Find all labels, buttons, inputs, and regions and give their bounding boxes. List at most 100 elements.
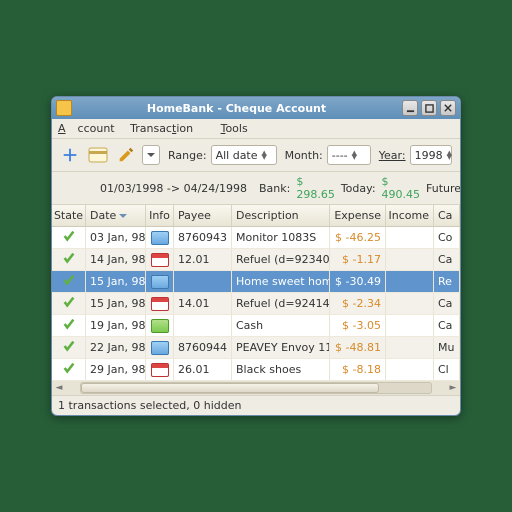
spinner-icon: ▲▼	[352, 151, 357, 159]
cell-payee: 14.01	[174, 293, 232, 314]
cell-income	[386, 271, 434, 292]
date-range: 01/03/1998 -> 04/24/1998	[100, 182, 247, 195]
table-header[interactable]: State Date Info Payee Description Expens…	[52, 205, 460, 227]
range-label: Range:	[168, 149, 207, 162]
month-label: Month:	[285, 149, 323, 162]
cell-expense: $ -46.25	[330, 227, 386, 248]
menubar: Account Transaction Tools	[52, 119, 460, 139]
cell-description: Cash	[232, 315, 330, 336]
table-row[interactable]: 15 Jan, 98 Home sweet home$ -30.49 Re	[52, 271, 460, 293]
col-state[interactable]: State	[52, 205, 86, 226]
bank-value: $ 298.65	[296, 175, 334, 201]
table-row[interactable]: 22 Jan, 98 8760944PEAVEY Envoy 110$ -48.8…	[52, 337, 460, 359]
scroll-track[interactable]	[80, 382, 432, 394]
app-window: HomeBank - Cheque Account Account Transa…	[51, 96, 461, 416]
cell-income	[386, 359, 434, 380]
cell-description: Refuel (d=92340 v=7.7)	[232, 249, 330, 270]
cell-expense: $ -30.49	[330, 271, 386, 292]
payment-icon	[146, 293, 174, 314]
cell-description: PEAVEY Envoy 110	[232, 337, 330, 358]
cell-date: 15 Jan, 98	[86, 271, 146, 292]
range-select[interactable]: All date ▲▼	[211, 145, 277, 165]
payment-icon	[146, 359, 174, 380]
payment-icon	[146, 337, 174, 358]
payment-icon	[146, 271, 174, 292]
col-category[interactable]: Ca	[434, 205, 460, 226]
scroll-right-icon[interactable]: ►	[446, 383, 460, 393]
table-row[interactable]: 03 Jan, 98 8760943Monitor 1083S$ -46.25 Co	[52, 227, 460, 249]
col-expense[interactable]: Expense	[330, 205, 386, 226]
cell-expense: $ -8.18	[330, 359, 386, 380]
check-icon	[62, 339, 76, 356]
table-row[interactable]: 14 Jan, 98 12.01Refuel (d=92340 v=7.7)$ -…	[52, 249, 460, 271]
payment-icon	[146, 315, 174, 336]
cell-date: 15 Jan, 98	[86, 293, 146, 314]
cell-expense: $ -48.81	[330, 337, 386, 358]
col-description[interactable]: Description	[232, 205, 330, 226]
transaction-table: State Date Info Payee Description Expens…	[52, 205, 460, 381]
cell-income	[386, 337, 434, 358]
cell-category: Mu	[434, 337, 460, 358]
horizontal-scrollbar[interactable]: ◄ ►	[52, 381, 460, 395]
payment-icon	[146, 249, 174, 270]
check-icon	[62, 295, 76, 312]
scroll-thumb[interactable]	[81, 383, 379, 393]
cell-date: 03 Jan, 98	[86, 227, 146, 248]
table-row[interactable]: 29 Jan, 98 26.01Black shoes$ -8.18 Cl	[52, 359, 460, 381]
scroll-left-icon[interactable]: ◄	[52, 383, 66, 393]
maximize-button[interactable]	[421, 100, 437, 116]
menu-tools[interactable]: Tools	[221, 122, 248, 135]
table-row[interactable]: 19 Jan, 98 Cash$ -3.05 Ca	[52, 315, 460, 337]
cell-payee: 26.01	[174, 359, 232, 380]
cell-income	[386, 293, 434, 314]
spinner-icon: ▲▼	[447, 151, 452, 159]
titlebar[interactable]: HomeBank - Cheque Account	[52, 97, 460, 119]
summary-bar: 01/03/1998 -> 04/24/1998 Bank: $ 298.65 …	[52, 172, 460, 205]
filter-dropdown[interactable]	[142, 145, 160, 165]
check-icon	[62, 251, 76, 268]
cell-description: Home sweet home	[232, 271, 330, 292]
year-select[interactable]: 1998 ▲▼	[410, 145, 452, 165]
check-icon	[62, 361, 76, 378]
table-row[interactable]: 15 Jan, 9814.01Refuel (d=92414 v=16.47)$…	[52, 293, 460, 315]
status-bar: 1 transactions selected, 0 hidden	[52, 395, 460, 415]
cell-category: Ca	[434, 293, 460, 314]
cell-category: Co	[434, 227, 460, 248]
edit-button[interactable]	[114, 143, 138, 167]
add-button[interactable]	[58, 143, 82, 167]
today-label: Today:	[341, 182, 376, 195]
cell-description: Black shoes	[232, 359, 330, 380]
minimize-button[interactable]	[402, 100, 418, 116]
cell-date: 22 Jan, 98	[86, 337, 146, 358]
cell-payee: 8760944	[174, 337, 232, 358]
cell-payee: 12.01	[174, 249, 232, 270]
check-icon	[62, 317, 76, 334]
cell-category: Ca	[434, 315, 460, 336]
col-income[interactable]: Income	[386, 205, 434, 226]
col-payee[interactable]: Payee	[174, 205, 232, 226]
menu-account[interactable]: Account	[58, 122, 115, 135]
cell-date: 14 Jan, 98	[86, 249, 146, 270]
cell-category: Ca	[434, 249, 460, 270]
cell-expense: $ -1.17	[330, 249, 386, 270]
cell-income	[386, 227, 434, 248]
cell-date: 29 Jan, 98	[86, 359, 146, 380]
window-title: HomeBank - Cheque Account	[74, 102, 399, 115]
month-select[interactable]: ---- ▲▼	[327, 145, 371, 165]
cell-payee	[174, 315, 232, 336]
close-button[interactable]	[440, 100, 456, 116]
col-info[interactable]: Info	[146, 205, 174, 226]
cell-category: Re	[434, 271, 460, 292]
cell-date: 19 Jan, 98	[86, 315, 146, 336]
cell-income	[386, 315, 434, 336]
col-date[interactable]: Date	[86, 205, 146, 226]
cell-payee: 8760943	[174, 227, 232, 248]
inherit-button[interactable]	[86, 143, 110, 167]
menu-transaction[interactable]: Transaction	[130, 122, 205, 135]
cell-description: Monitor 1083S	[232, 227, 330, 248]
year-label: Year:	[379, 149, 406, 162]
app-icon	[56, 100, 72, 116]
cell-category: Cl	[434, 359, 460, 380]
payment-icon	[146, 227, 174, 248]
cell-expense: $ -3.05	[330, 315, 386, 336]
